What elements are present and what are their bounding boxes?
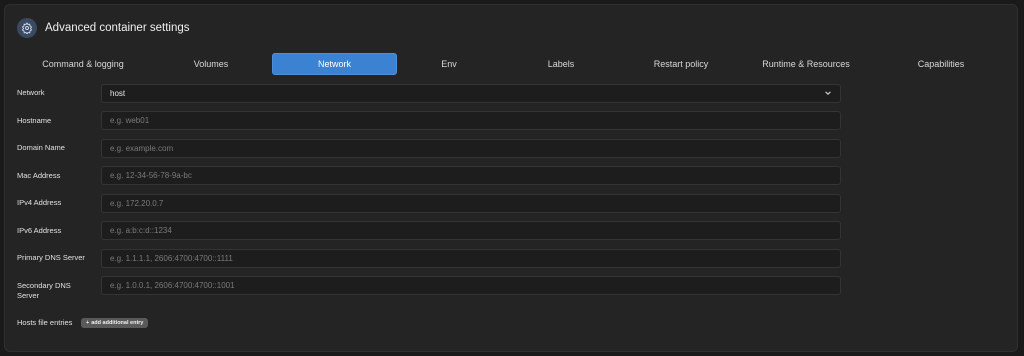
plus-icon: + [86,320,90,326]
domain-name-input[interactable] [101,139,841,158]
add-entry-button[interactable]: + add additional entry [81,318,149,328]
ipv6-address-input[interactable] [101,221,841,240]
mac-address-label: Mac Address [17,171,61,180]
advanced-settings-panel: Advanced container settings Command & lo… [4,4,1018,352]
panel-header: Advanced container settings [17,17,189,39]
domain-name-label: Domain Name [17,143,65,152]
primary-dns-input[interactable] [101,249,841,268]
network-select-value: host [110,89,126,98]
hostname-input[interactable] [101,111,841,130]
hostname-label: Hostname [17,116,52,125]
tab-command-logging[interactable]: Command & logging [17,53,149,75]
secondary-dns-label: Secondary DNS Server [17,281,71,300]
mac-address-input[interactable] [101,166,841,185]
network-label: Network [17,88,45,97]
tab-capabilities[interactable]: Capabilities [875,53,1007,75]
ipv6-address-label: IPv6 Address [17,226,62,235]
settings-tabs: Command & logging Volumes Network Env La… [5,53,1019,75]
ipv4-address-input[interactable] [101,194,841,213]
primary-dns-label: Primary DNS Server [17,253,85,262]
tab-volumes[interactable]: Volumes [145,53,277,75]
tab-runtime-resources[interactable]: Runtime & Resources [741,53,871,75]
tab-network[interactable]: Network [272,53,397,75]
secondary-dns-input[interactable] [101,276,841,295]
add-entry-label: add additional entry [91,320,144,326]
panel-title: Advanced container settings [45,22,190,34]
tab-labels[interactable]: Labels [495,53,627,75]
ipv4-address-label: IPv4 Address [17,198,62,207]
network-select[interactable]: host [101,84,841,103]
gear-icon [17,18,37,38]
chevron-down-icon [824,89,832,99]
tab-restart-policy[interactable]: Restart policy [615,53,747,75]
